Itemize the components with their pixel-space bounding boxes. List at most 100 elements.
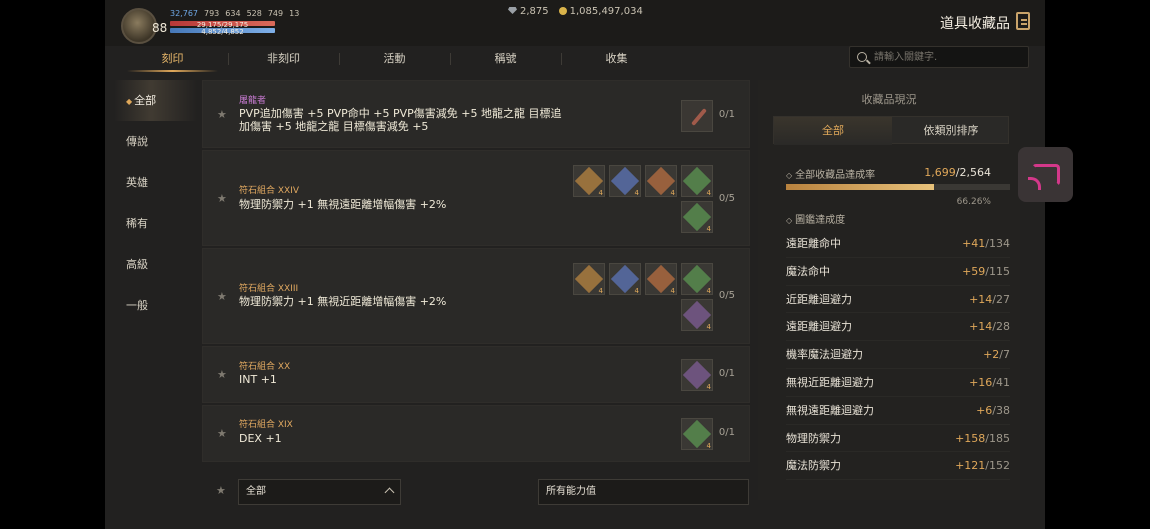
rune-icon[interactable]: 4 [573,165,605,197]
item-icons: 4 [565,359,713,391]
search-icon[interactable] [857,52,867,62]
stat-strip: 32,767 793 634 528 749 13 [170,9,299,18]
item-count: 0/5 [718,290,735,301]
favorite-star-icon[interactable]: ★ [217,108,227,121]
sidebar-item-rare[interactable]: 稀有 [105,203,197,244]
stat-row: 無視遠距離迴避力 +6/38 [786,397,1010,425]
stat-label: 魔法命中 [786,264,830,278]
stat-value: +59/115 [962,258,1010,286]
gold-count: 1,085,497,034 [558,6,643,17]
selected-diamond-icon: ◆ [126,97,133,106]
overall-total: /2,564 [955,166,991,179]
stat-label: 物理防禦力 [786,431,841,445]
tab-engraved[interactable]: 刻印 [117,46,228,72]
favorite-star-icon[interactable]: ★ [217,427,227,440]
rune-icon[interactable]: 4 [681,165,713,197]
stat-row: 遠距離迴避力 +14/28 [786,313,1010,342]
stat-row: 無視近距離迴避力 +16/41 [786,369,1010,397]
tab-non-engraved[interactable]: 非刻印 [228,46,339,72]
stat-row: 遠距離命中 +41/134 [786,230,1010,258]
rune-icon[interactable]: 4 [609,165,641,197]
item-category: 符石組合 XXIV [239,186,300,196]
list-item[interactable]: ★ 符石組合 XX INT +1 4 0/1 [202,346,750,403]
stat-combat-power: 32,767 [170,9,198,18]
collection-status-panel: 收藏品現況 全部 依類別排序 ◇ 全部收藏品達成率 1,699/2,564 66.… [758,80,1020,500]
gold-value: 1,085,497,034 [569,6,643,17]
tab-title[interactable]: 稱號 [450,46,561,72]
item-category: 符石組合 XXIII [239,284,299,294]
currency-display: 2,875 1,085,497,034 [508,6,643,17]
character-level: 88 [152,21,168,35]
favorite-star-icon[interactable]: ★ [217,290,227,303]
sidebar-item-hero[interactable]: 英雄 [105,162,197,203]
grade-filter-select[interactable]: 全部 [238,479,401,505]
book-rate-text: 圖鑑達成度 [795,215,846,226]
stat-value: +14/28 [969,313,1010,341]
ability-filter-select[interactable]: 所有能力值 [538,479,749,505]
overall-rate-value: 1,699/2,564 [924,166,991,179]
stat-label: 無視近距離迴避力 [786,375,874,389]
tab-event[interactable]: 活動 [339,46,450,72]
sidebar-item-all[interactable]: ◆ 全部 [105,80,197,121]
stat-d: 749 [267,9,284,18]
panel-title: 收藏品現況 [861,93,917,106]
item-count: 0/1 [718,368,735,379]
tab-collect[interactable]: 收集 [561,46,672,72]
rune-icon[interactable]: 4 [573,263,605,295]
stat-e: 13 [289,9,300,18]
rune-icon[interactable]: 4 [681,263,713,295]
item-icons: 4 4 4 4 4 [565,165,713,233]
grade-filter-value: 全部 [246,486,266,497]
stat-label: 遠距離迴避力 [786,320,852,334]
book-rate-label: ◇ 圖鑑達成度 [786,211,845,226]
grade-sidebar: ◆ 全部 傳說 英雄 稀有 高級 一般 [105,80,197,326]
collection-list: ★ 屠龍者 PVP追加傷害 +5 PVP命中 +5 PVP傷害減免 +5 地龍之… [202,80,750,468]
favorite-star-icon[interactable]: ★ [217,192,227,205]
stat-a: 793 [204,9,220,18]
rune-icon[interactable]: 4 [645,263,677,295]
stat-b: 634 [225,9,241,18]
cast-button[interactable] [1018,147,1073,202]
sidebar-item-advanced[interactable]: 高級 [105,244,197,285]
item-icons [565,100,713,132]
rune-icon[interactable]: 4 [681,359,713,391]
panel-tab-by-category[interactable]: 依類別排序 [892,117,1010,145]
search-input[interactable] [874,49,1024,65]
rune-icon[interactable]: 4 [681,299,713,331]
stat-total: /152 [985,459,1010,473]
item-description: DEX +1 [239,432,282,445]
stat-row: 魔法防禦力 +121/152 [786,452,1010,481]
collection-screen: 88 32,767 793 634 528 749 13 29,175/29,1… [105,0,1045,529]
stat-plus: +6 [976,403,993,417]
sidebar-item-legend[interactable]: 傳說 [105,121,197,162]
diamond-count: 2,875 [508,6,549,17]
list-item[interactable]: ★ 屠龍者 PVP追加傷害 +5 PVP命中 +5 PVP傷害減免 +5 地龍之… [202,80,750,148]
rune-icon[interactable]: 4 [645,165,677,197]
stat-total: /27 [992,292,1010,306]
sidebar-item-normal[interactable]: 一般 [105,285,197,326]
panel-tab-all[interactable]: 全部 [774,117,892,145]
rune-icon[interactable]: 4 [681,418,713,450]
rune-icon[interactable]: 4 [609,263,641,295]
favorite-filter-star-icon[interactable]: ★ [216,484,226,497]
list-item[interactable]: ★ 符石組合 XIX DEX +1 4 0/1 [202,405,750,462]
feather-item-icon[interactable] [681,100,713,132]
exit-icon[interactable] [1016,12,1030,30]
stat-value: +158/185 [955,425,1010,453]
list-item[interactable]: ★ 符石組合 XXIV 物理防禦力 +1 無視遠距離增幅傷害 +2% 4 4 4… [202,150,750,246]
item-count: 0/1 [718,427,735,438]
rune-icon[interactable]: 4 [681,201,713,233]
item-description: PVP追加傷害 +5 PVP命中 +5 PVP傷害減免 +5 地龍之龍 目標追加… [239,107,562,133]
stat-value: +41/134 [962,230,1010,258]
item-count: 0/1 [718,109,735,120]
stat-plus: +16 [969,375,993,389]
overall-progress-bar [786,184,1010,190]
stat-row: 魔法命中 +59/115 [786,258,1010,286]
favorite-star-icon[interactable]: ★ [217,368,227,381]
overall-progress-fill [786,184,935,190]
item-description: 物理防禦力 +1 無視遠距離增幅傷害 +2% [239,198,447,211]
chevron-up-icon [384,487,395,498]
list-item[interactable]: ★ 符石組合 XXIII 物理防禦力 +1 無視近距離增幅傷害 +2% 4 4 … [202,248,750,344]
stat-total: /28 [992,320,1010,334]
stat-value: +14/27 [969,286,1010,314]
